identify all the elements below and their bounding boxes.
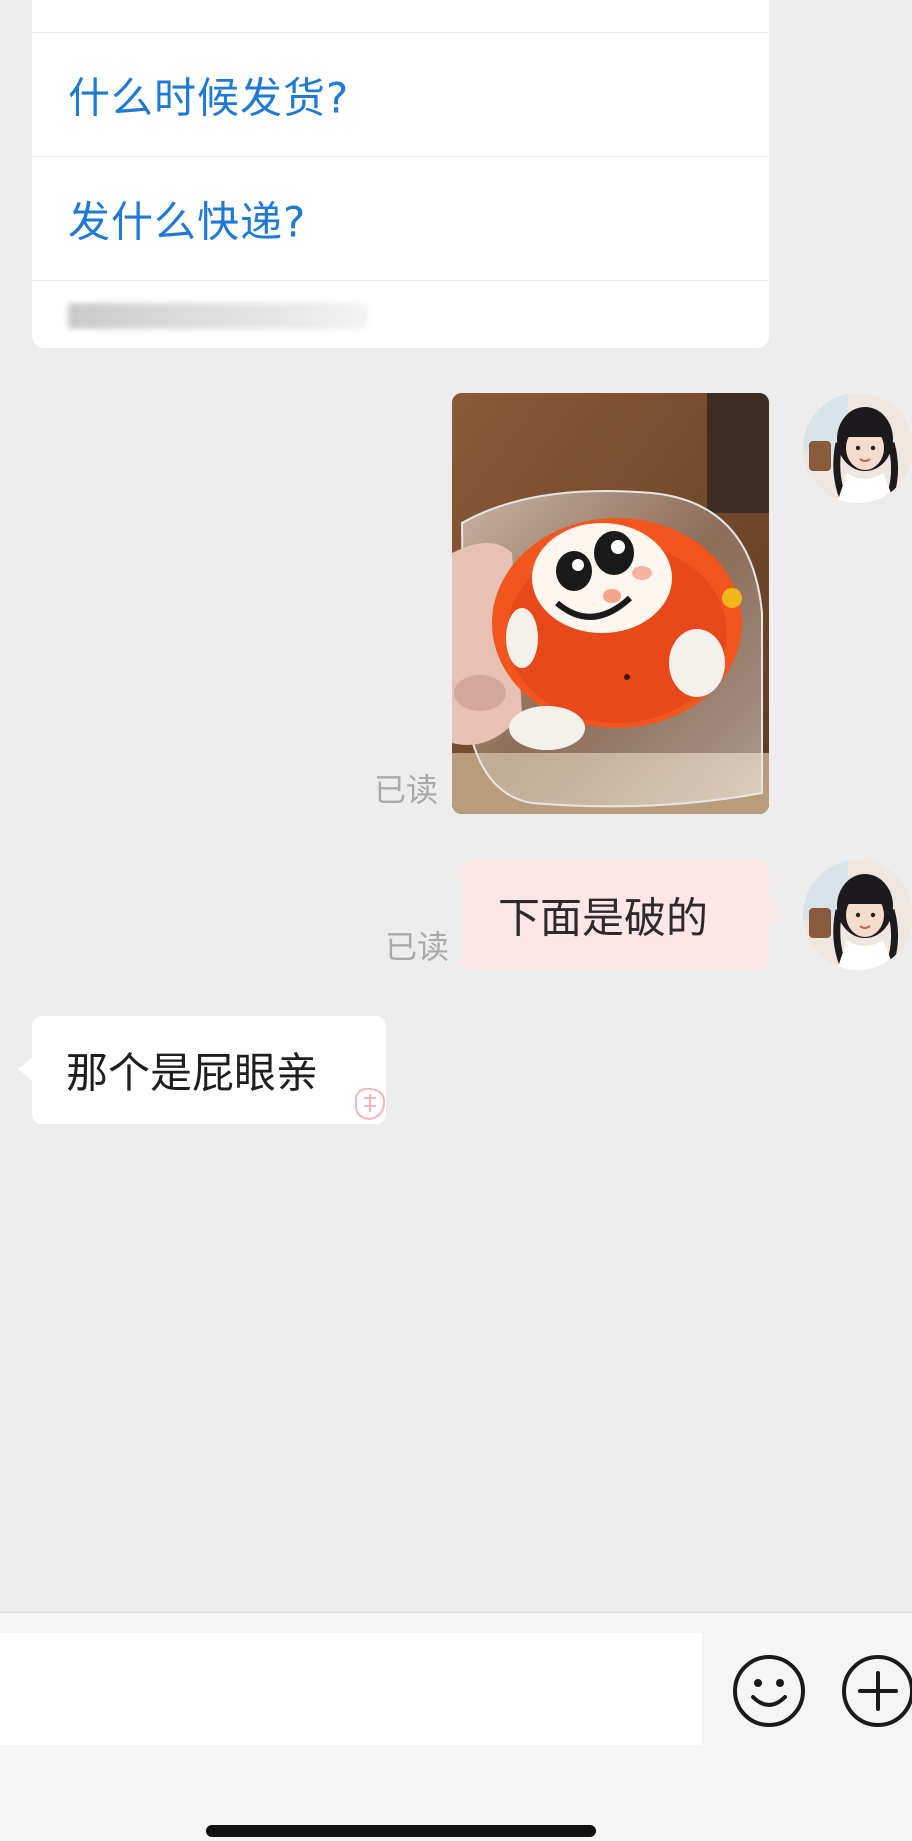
received-message-bubble[interactable]: 那个是屁眼亲 (18, 1016, 386, 1124)
user-avatar[interactable] (803, 393, 912, 503)
quick-question-label[interactable]: 什么时候发货? (68, 64, 349, 125)
read-status: 已读 (374, 771, 439, 809)
quick-question-item-blurred (32, 280, 769, 348)
emoji-face-icon (733, 1655, 805, 1727)
message-text: 那个是屁眼亲 (66, 1048, 319, 1098)
sent-message-bubble[interactable]: 下面是破的 (462, 860, 783, 970)
home-indicator[interactable] (206, 1825, 596, 1837)
quick-question-item[interactable]: 发什么快递? (32, 156, 769, 280)
blurred-text (68, 303, 368, 329)
image-message[interactable] (452, 393, 769, 814)
user-avatar[interactable] (803, 860, 912, 970)
more-options-button[interactable] (840, 1653, 912, 1729)
emoji-button[interactable] (731, 1653, 807, 1729)
quick-question-label[interactable]: 发什么快递? (68, 188, 306, 249)
avatar-portrait-icon (803, 393, 912, 503)
quick-question-card: 什么时候发货? 发什么快递? (32, 0, 769, 348)
avatar-portrait-icon (803, 860, 912, 970)
read-status: 已读 (385, 928, 450, 966)
message-input[interactable] (0, 1633, 702, 1745)
watermark-stamp-icon (355, 1087, 386, 1121)
message-text: 下面是破的 (498, 893, 709, 943)
message-input-bar (0, 1612, 912, 1841)
plush-toy-photo (452, 393, 769, 814)
plus-icon (842, 1655, 912, 1727)
quick-question-item[interactable]: 什么时候发货? (32, 32, 769, 156)
